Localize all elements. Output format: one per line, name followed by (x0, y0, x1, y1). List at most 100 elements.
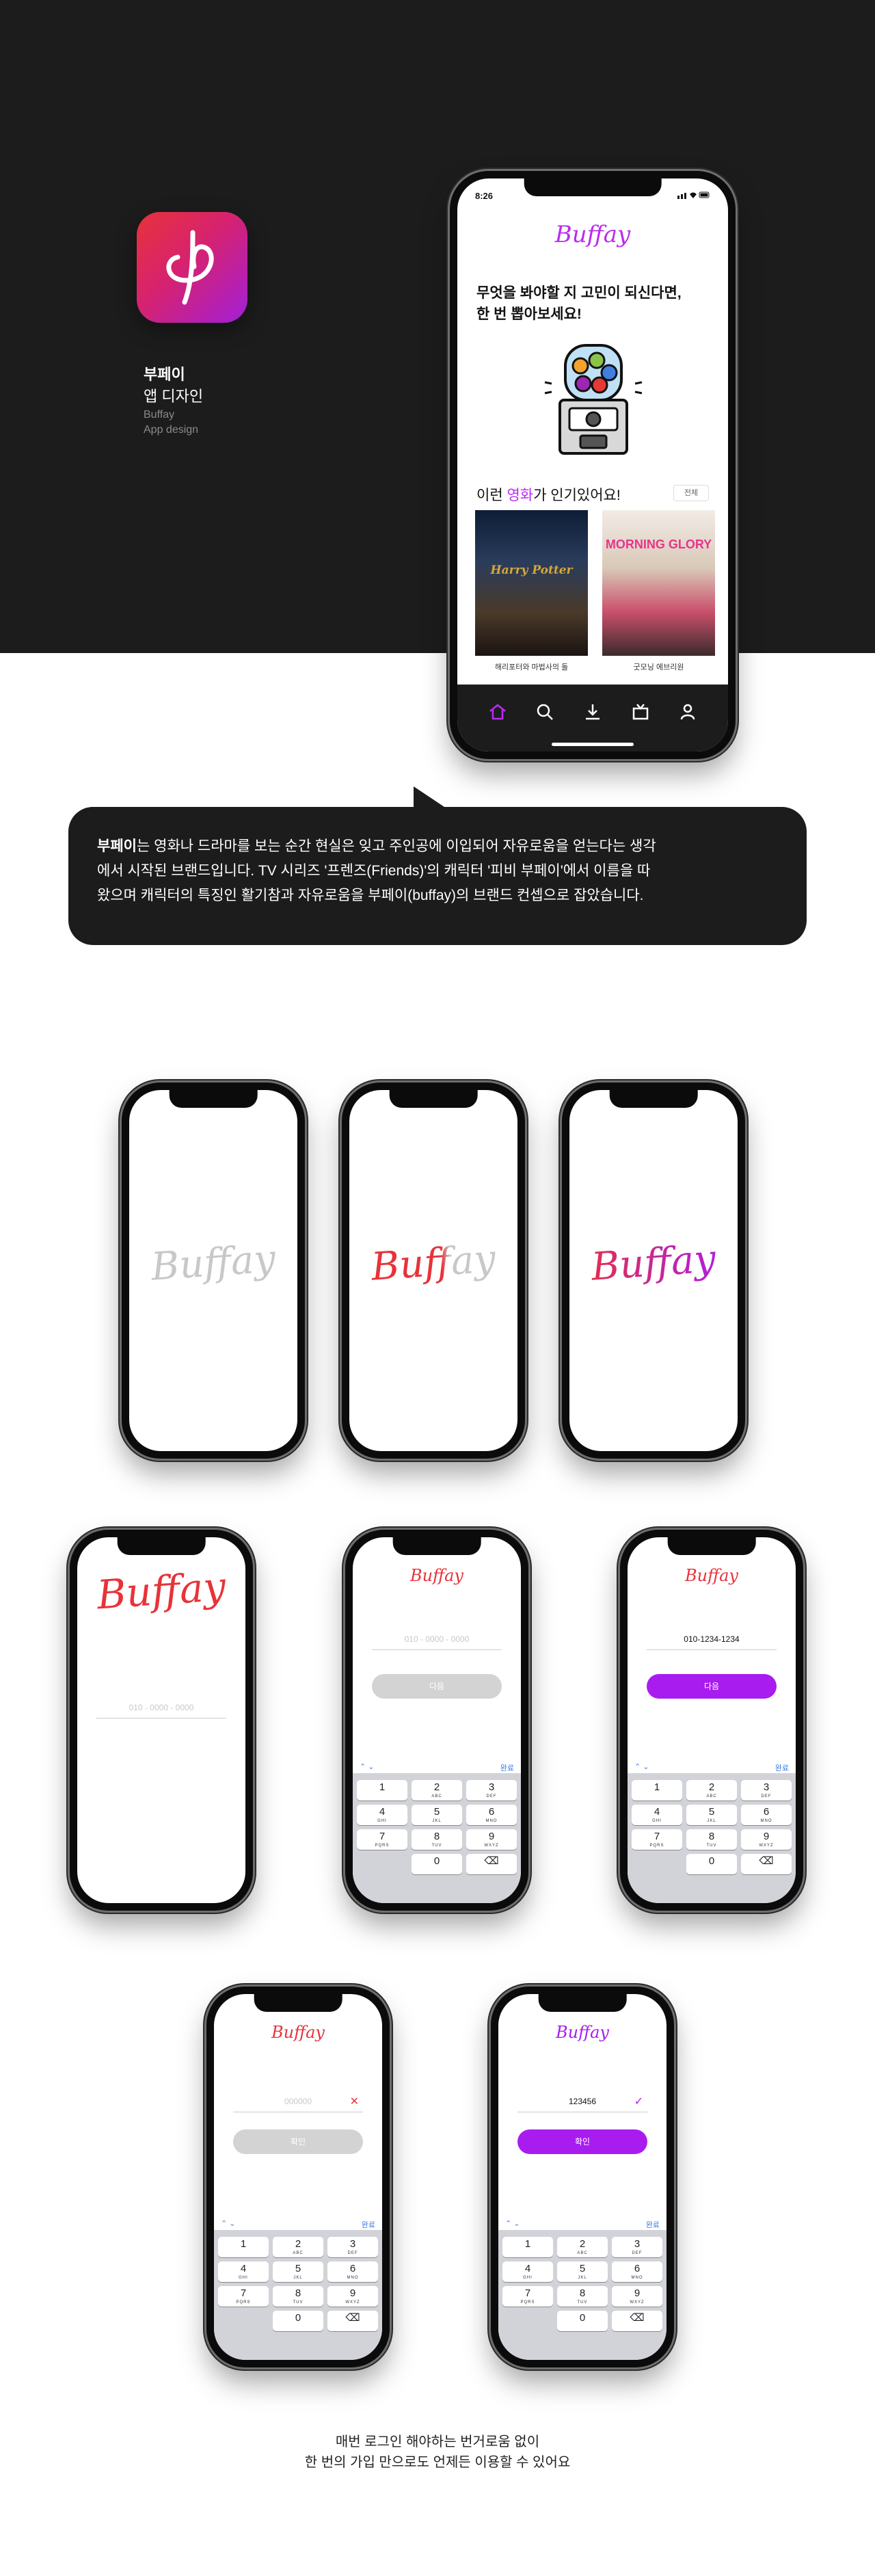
verification-code-input[interactable]: 123456 (517, 2097, 647, 2112)
key-letters: DEF (761, 1794, 772, 1798)
movie-poster[interactable]: MORNING GLORY (602, 510, 715, 656)
key-letters: PQRS (520, 2300, 535, 2305)
key-letters: DEF (632, 2251, 643, 2255)
keypad-key[interactable]: 7 PQRS (632, 1829, 682, 1850)
login-phone-2: Buffay 010 - 0000 - 0000 다음 ⌃ ⌄ 완료 1 2 ABC 3… (345, 1530, 528, 1911)
backspace-key[interactable]: ⌫ (327, 2311, 378, 2331)
phone-number-input[interactable]: 010 - 0000 - 0000 (372, 1634, 502, 1650)
keypad-key[interactable]: 5 JKL (273, 2261, 323, 2282)
keypad-key[interactable]: 0 (412, 1854, 462, 1874)
splash-screen: Buffay (569, 1090, 738, 1451)
keypad-key[interactable]: 4 GHI (632, 1805, 682, 1825)
chevron-up-down-icon[interactable]: ⌃ ⌄ (505, 2219, 520, 2230)
headline-line-2: 한 번 뽑아보세요! (476, 306, 582, 322)
key-digit: 1 (654, 1781, 660, 1793)
chevron-up-down-icon[interactable]: ⌃ ⌄ (634, 1762, 649, 1773)
keypad-key[interactable]: 0 (273, 2311, 323, 2331)
search-icon[interactable] (531, 698, 558, 726)
keypad-key[interactable]: 5 JKL (412, 1805, 462, 1825)
next-button[interactable]: 다음 (372, 1674, 502, 1699)
keypad-done-button[interactable]: 완료 (646, 2219, 660, 2230)
backspace-key[interactable]: ⌫ (612, 2311, 662, 2331)
keypad-key[interactable]: 2 ABC (686, 1780, 737, 1801)
backspace-key[interactable]: ⌫ (741, 1854, 792, 1874)
key-digit: 2 (708, 1781, 715, 1793)
keypad-key[interactable]: 8 TUV (273, 2286, 323, 2307)
keypad-key[interactable]: 4 GHI (218, 2261, 269, 2282)
view-all-button[interactable]: 전체 (673, 485, 709, 501)
home-icon[interactable] (484, 698, 511, 726)
keypad-key[interactable]: 3 DEF (741, 1780, 792, 1801)
key-digit: 6 (488, 1806, 495, 1818)
keypad-done-button[interactable]: 완료 (775, 1762, 789, 1773)
keypad-key[interactable]: 6 MNO (612, 2261, 662, 2282)
key-digit: 4 (240, 2263, 247, 2274)
keypad-key[interactable]: 0 (686, 1854, 737, 1874)
keypad-key[interactable]: 9 WXYZ (612, 2286, 662, 2307)
keypad-key (632, 1854, 682, 1874)
tv-icon[interactable] (627, 698, 654, 726)
phone-entry-screen: Buffay 010 - 0000 - 0000 다음 ⌃ ⌄ 완료 1 2 ABC 3… (353, 1537, 521, 1903)
key-letters: PQRS (375, 1844, 390, 1848)
phone-number-input[interactable]: 010 - 0000 - 0000 (96, 1703, 226, 1718)
app-design-en: App design (144, 424, 199, 436)
keypad-key[interactable]: 1 (218, 2237, 269, 2257)
keypad-key[interactable]: 1 (357, 1780, 407, 1801)
keypad-key[interactable]: 3 DEF (466, 1780, 517, 1801)
keypad-key[interactable]: 5 JKL (686, 1805, 737, 1825)
key-digit: 8 (433, 1831, 440, 1842)
keypad-key[interactable]: 3 DEF (612, 2237, 662, 2257)
download-icon[interactable] (579, 698, 606, 726)
movie-poster[interactable]: Harry Potter (475, 510, 588, 656)
key-digit: 3 (634, 2238, 641, 2250)
gacha-machine-illustration[interactable] (542, 341, 645, 457)
keypad-key[interactable]: 7 PQRS (218, 2286, 269, 2307)
keypad-key[interactable]: 1 (632, 1780, 682, 1801)
keypad-key[interactable]: 8 TUV (412, 1829, 462, 1850)
key-letters: WXYZ (759, 1844, 774, 1848)
keypad-key[interactable]: 2 ABC (557, 2237, 608, 2257)
keypad-key[interactable]: 7 PQRS (502, 2286, 553, 2307)
confirm-button[interactable]: 확인 (233, 2129, 363, 2154)
phone-number-input[interactable]: 010-1234-1234 (647, 1634, 777, 1650)
keypad-key[interactable]: 6 MNO (741, 1805, 792, 1825)
keypad-key[interactable]: 0 (557, 2311, 608, 2331)
keypad-key[interactable]: 4 GHI (357, 1805, 407, 1825)
keypad-key[interactable]: 6 MNO (466, 1805, 517, 1825)
keypad-done-button[interactable]: 완료 (362, 2219, 375, 2230)
poster-title: Harry Potter (490, 563, 573, 577)
verification-code-input[interactable]: 000000 (233, 2097, 363, 2112)
description-line-2: 에서 시작된 브랜드입니다. TV 시리즈 '프렌즈(Friends)'의 캐릭… (97, 863, 651, 879)
key-letters: MNO (347, 2276, 359, 2280)
keypad-done-button[interactable]: 완료 (500, 1762, 514, 1773)
keypad-key[interactable]: 9 WXYZ (327, 2286, 378, 2307)
keypad-key[interactable]: 5 JKL (557, 2261, 608, 2282)
keypad-key[interactable]: 1 (502, 2237, 553, 2257)
keypad-key[interactable]: 7 PQRS (357, 1829, 407, 1850)
keypad-key[interactable]: 3 DEF (327, 2237, 378, 2257)
keypad-key[interactable]: 8 TUV (686, 1829, 737, 1850)
keypad-key[interactable]: 9 WXYZ (741, 1829, 792, 1850)
keypad-key[interactable]: 2 ABC (412, 1780, 462, 1801)
next-button[interactable]: 다음 (647, 1674, 777, 1699)
key-letters: WXYZ (345, 2300, 360, 2305)
chevron-up-down-icon[interactable]: ⌃ ⌄ (360, 1762, 375, 1773)
phone-notch (389, 1090, 478, 1108)
keypad-key[interactable]: 9 WXYZ (466, 1829, 517, 1850)
keypad-key[interactable]: 4 GHI (502, 2261, 553, 2282)
backspace-key[interactable]: ⌫ (466, 1854, 517, 1874)
keys-grid: 1 2 ABC 3 DEF 4 GHI 5 JKL 6 MNO 7 PQRS 8 TUV 9 WXYZ 0 ⌫ (357, 1780, 517, 1874)
keypad-key (218, 2311, 269, 2331)
keypad-key[interactable]: 2 ABC (273, 2237, 323, 2257)
login-phone-3: Buffay 010-1234-1234 다음 ⌃ ⌄ 완료 1 2 ABC 3 DEF 4… (620, 1530, 803, 1911)
keypad-key[interactable]: 6 MNO (327, 2261, 378, 2282)
error-x-icon[interactable]: ✕ (350, 2095, 359, 2108)
user-icon[interactable] (674, 698, 701, 726)
phone-notch (609, 1090, 698, 1108)
key-letters: MNO (485, 1819, 498, 1823)
chevron-up-down-icon[interactable]: ⌃ ⌄ (221, 2219, 236, 2230)
status-icons (677, 191, 710, 201)
keypad-key[interactable]: 8 TUV (557, 2286, 608, 2307)
key-digit: 6 (634, 2263, 641, 2274)
confirm-button[interactable]: 확인 (517, 2129, 647, 2154)
